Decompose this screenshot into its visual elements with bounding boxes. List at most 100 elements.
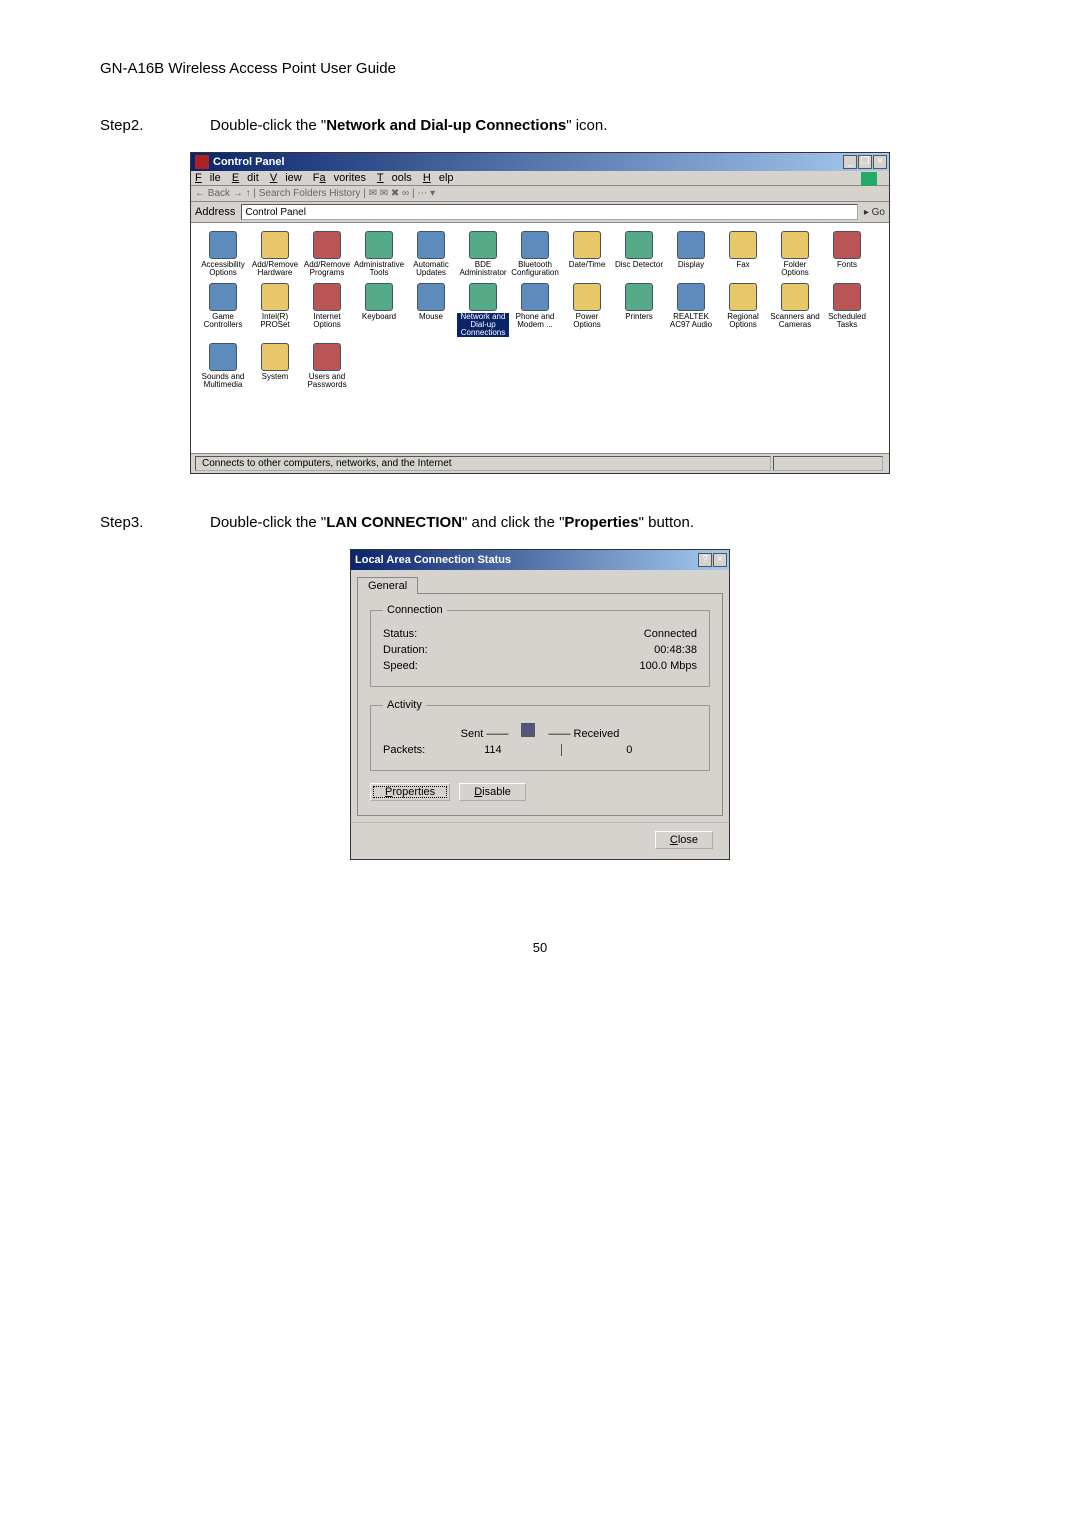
control-panel-icon [195,155,209,169]
cp-item-network-and-dial-up-connections[interactable]: Network and Dial-up Connections [457,283,509,337]
speed-value: 100.0 Mbps [640,660,697,672]
step3: Step3. Double-click the "LAN CONNECTION"… [100,514,980,531]
cp-icon [417,231,445,259]
cp-icon [313,343,341,371]
cp-item-users-and-passwords[interactable]: Users and Passwords [301,343,353,389]
dialog-window-controls: ? × [698,553,727,567]
cp-item-add-remove-hardware[interactable]: Add/Remove Hardware [249,231,301,277]
cp-item-intel-r-proset[interactable]: Intel(R) PROSet [249,283,301,337]
dialog-close-button[interactable]: × [713,553,727,567]
cp-icon [677,231,705,259]
cp-label: Power Options [561,313,613,329]
cp-label: Fonts [821,261,873,269]
activity-legend: Activity [383,699,426,711]
network-activity-icon [521,723,535,737]
cp-icon [781,231,809,259]
cp-item-keyboard[interactable]: Keyboard [353,283,405,337]
cp-label: Regional Options [717,313,769,329]
maximize-button[interactable]: ❐ [858,155,872,169]
minimize-button[interactable]: _ [843,155,857,169]
cp-item-scheduled-tasks[interactable]: Scheduled Tasks [821,283,873,337]
cp-label: Scheduled Tasks [821,313,873,329]
speed-label: Speed: [383,660,418,672]
cp-item-printers[interactable]: Printers [613,283,665,337]
menu-view[interactable]: View [270,172,302,184]
cp-item-administrative-tools[interactable]: Administrative Tools [353,231,405,277]
dialog-body: Connection Status:Connected Duration:00:… [357,593,723,816]
connection-group: Connection Status:Connected Duration:00:… [370,604,710,687]
step3-label: Step3. [100,514,210,531]
cp-icon [521,231,549,259]
cp-item-system[interactable]: System [249,343,301,389]
cp-item-add-remove-programs[interactable]: Add/Remove Programs [301,231,353,277]
cp-item-mouse[interactable]: Mouse [405,283,457,337]
cp-label: Sounds and Multimedia [197,373,249,389]
step2-post: " icon. [566,117,607,134]
titlebar[interactable]: Control Panel _ ❐ × [191,153,889,171]
cp-item-automatic-updates[interactable]: Automatic Updates [405,231,457,277]
packets-received: 0 [561,744,697,756]
dialog-titlebar[interactable]: Local Area Connection Status ? × [351,550,729,570]
help-button[interactable]: ? [698,553,712,567]
control-panel-window: Control Panel _ ❐ × FFileile Edit View F… [190,152,890,474]
cp-item-date-time[interactable]: Date/Time [561,231,613,277]
cp-item-accessibility-options[interactable]: Accessibility Options [197,231,249,277]
menu-tools[interactable]: Tools [377,172,412,184]
cp-item-phone-and-modem[interactable]: Phone and Modem ... [509,283,561,337]
menu-edit[interactable]: Edit [232,172,259,184]
cp-icon [573,283,601,311]
cp-item-internet-options[interactable]: Internet Options [301,283,353,337]
cp-label: Scanners and Cameras [769,313,821,329]
tab-strip: General [351,570,729,593]
cp-item-sounds-and-multimedia[interactable]: Sounds and Multimedia [197,343,249,389]
disable-button[interactable]: Disable [459,783,526,801]
menu-help[interactable]: Help [423,172,454,184]
cp-item-disc-detector[interactable]: Disc Detector [613,231,665,277]
cp-icon [209,231,237,259]
step2-pre: Double-click the " [210,117,326,134]
connection-status-dialog: Local Area Connection Status ? × General… [350,549,730,860]
step3-post: " button. [639,514,694,531]
menu-favorites[interactable]: Favorites [313,172,366,184]
close-dialog-button[interactable]: Close [655,831,713,849]
cp-label: Printers [613,313,665,321]
cp-icon [573,231,601,259]
cp-item-fax[interactable]: Fax [717,231,769,277]
cp-item-regional-options[interactable]: Regional Options [717,283,769,337]
cp-label: Disc Detector [613,261,665,269]
step3-pre: Double-click the " [210,514,326,531]
cp-item-game-controllers[interactable]: Game Controllers [197,283,249,337]
menu-bar[interactable]: FFileile Edit View Favorites Tools Help [191,171,889,186]
cp-icon [729,283,757,311]
cp-item-folder-options[interactable]: Folder Options [769,231,821,277]
menu-file[interactable]: FFileile [195,172,221,184]
cp-item-scanners-and-cameras[interactable]: Scanners and Cameras [769,283,821,337]
page-number: 50 [100,940,980,955]
cp-item-power-options[interactable]: Power Options [561,283,613,337]
cp-item-fonts[interactable]: Fonts [821,231,873,277]
toolbar[interactable]: ← Back → ↑ | Search Folders History | ✉ … [191,186,889,202]
go-button[interactable]: ▸ Go [864,207,885,218]
cp-icon [313,283,341,311]
dialog-title: Local Area Connection Status [355,554,511,566]
cp-icon [521,283,549,311]
cp-item-realtek-ac97-audio[interactable]: REALTEK AC97 Audio [665,283,717,337]
properties-button[interactable]: PPropertiesroperties [370,783,450,801]
cp-item-display[interactable]: Display [665,231,717,277]
close-button[interactable]: × [873,155,887,169]
cp-item-bluetooth-configuration[interactable]: Bluetooth Configuration [509,231,561,277]
cp-icon [417,283,445,311]
address-bar: Address ▸ Go [191,202,889,223]
cp-label: System [249,373,301,381]
cp-icon [781,283,809,311]
cp-item-bde-administrator[interactable]: BDE Administrator [457,231,509,277]
packets-sent: 114 [425,744,560,756]
address-input[interactable] [241,204,857,220]
tab-general[interactable]: General [357,577,418,594]
cp-label: Administrative Tools [353,261,405,277]
cp-label: Phone and Modem ... [509,313,561,329]
cp-label: Intel(R) PROSet [249,313,301,329]
cp-label: Network and Dial-up Connections [457,313,509,337]
activity-group: Activity Sent —— —— Received Packets: 11… [370,699,710,771]
icon-area[interactable]: Accessibility OptionsAdd/Remove Hardware… [191,223,889,453]
